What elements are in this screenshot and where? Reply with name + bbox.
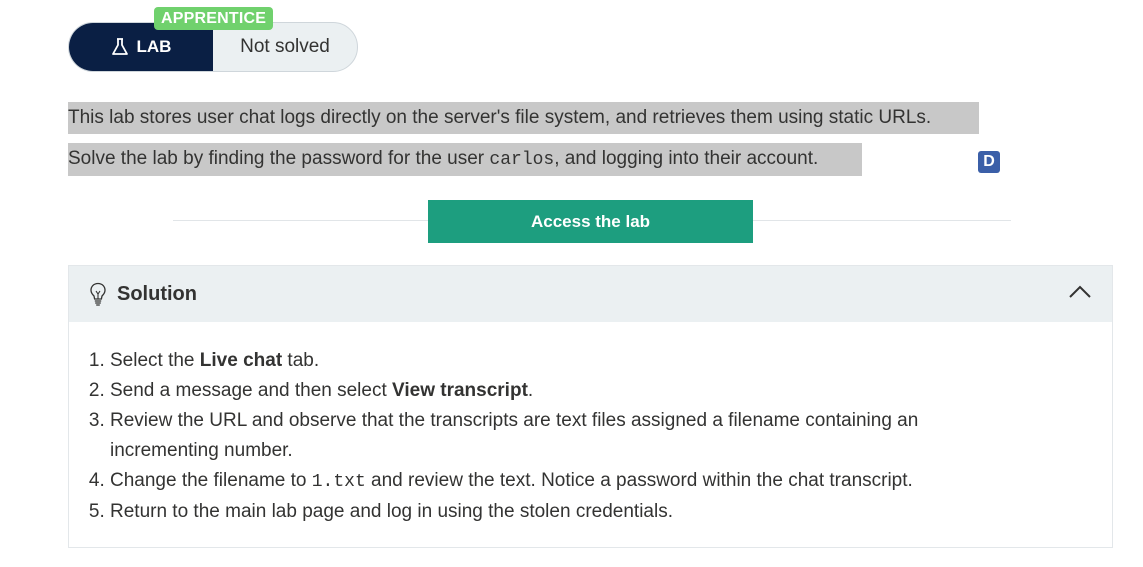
solution-steps: Select the Live chat tab. Send a message… <box>69 346 1112 527</box>
step-text-end: tab. <box>282 350 320 371</box>
step-bold-text: Live chat <box>199 350 283 371</box>
step-text: Send a message and then select <box>110 380 393 401</box>
lab-description-line1: This lab stores user chat logs directly … <box>68 102 979 134</box>
flask-icon <box>111 38 128 55</box>
description-text: Solve the lab by finding the password fo… <box>68 148 490 169</box>
list-item: Select the Live chat tab. <box>110 346 1112 376</box>
d-badge-icon[interactable]: D <box>978 151 1000 173</box>
solution-panel: Solution Select the Live chat tab. Send … <box>68 265 1113 548</box>
step-text-end: and review the text. Notice a password w… <box>365 470 913 491</box>
list-item: Change the filename to 1.txt and review … <box>110 466 1112 497</box>
chevron-up-icon[interactable] <box>1068 284 1092 300</box>
lab-status-label: Not solved <box>240 36 330 57</box>
lab-type-label: LAB <box>136 37 172 56</box>
solution-title: Solution <box>117 282 197 305</box>
level-badge: APPRENTICE <box>154 7 274 30</box>
lab-page: APPRENTICE LAB Not solved This lab store… <box>0 0 1143 567</box>
step-bold-text: View transcript <box>392 380 528 401</box>
step-text: Change the filename to <box>110 470 312 491</box>
step-text: Select the <box>110 350 200 371</box>
lab-type: LAB <box>69 23 213 71</box>
lab-description-line2: Solve the lab by finding the password fo… <box>68 143 862 176</box>
list-item: Send a message and then select View tran… <box>110 376 1112 406</box>
username-code: carlos <box>489 150 555 170</box>
access-lab-button[interactable]: Access the lab <box>428 200 753 243</box>
solution-header[interactable]: Solution <box>69 266 1112 322</box>
filename-code: 1.txt <box>311 472 366 492</box>
description-text-end: , and logging into their account. <box>554 148 819 169</box>
list-item: Return to the main lab page and log in u… <box>110 497 1112 527</box>
lightbulb-icon <box>90 282 106 306</box>
step-text-end: . <box>527 380 534 401</box>
list-item: Review the URL and observe that the tran… <box>110 406 970 466</box>
